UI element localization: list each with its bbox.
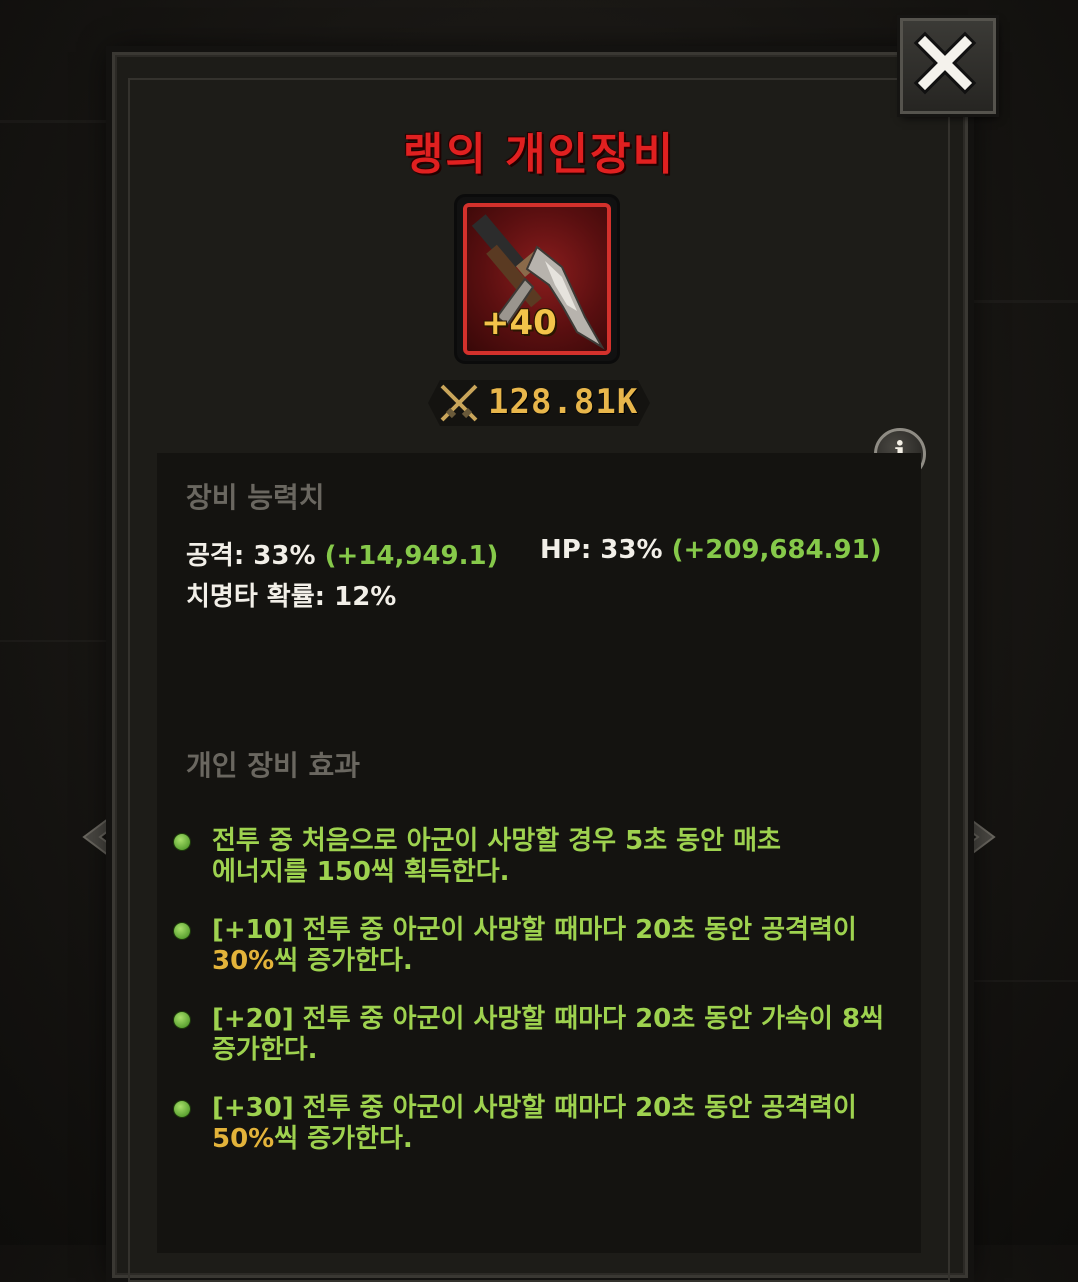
power-rating: 128.81K [428, 380, 650, 426]
equipment-title: 랭의 개인장비 [402, 129, 676, 180]
power-value: 128.81K [488, 382, 639, 422]
item-slot[interactable]: +40 [457, 197, 617, 361]
stats-section-label: 장비 능력치 [186, 481, 325, 514]
hp-stat: HP: 33% (+209,684.91) [540, 535, 882, 565]
attack-bonus: (+14,949.1) [324, 541, 499, 571]
background-detail [0, 640, 110, 642]
item-level: +40 [481, 303, 557, 343]
effect-bullet-icon [174, 834, 190, 850]
close-button[interactable] [900, 18, 996, 114]
effect-line: 50%씩 증가한다. [212, 1124, 892, 1155]
background-detail [970, 300, 1078, 303]
effect-line: 에너지를 150씩 획득한다. [212, 857, 892, 888]
attack-stat: 공격: 33% (+14,949.1) [186, 535, 498, 572]
close-icon [913, 31, 977, 95]
effect-item: [+20] 전투 중 아군이 사망할 때마다 20초 동안 가속이 8씩 증가한… [212, 1004, 892, 1066]
item-card: +40 [463, 203, 611, 355]
crit-stat: 치명타 확률: 12% [186, 582, 397, 612]
effect-bullet-icon [174, 923, 190, 939]
attack-label: 공격: 33% [186, 541, 316, 571]
effect-text: 증가한다. [212, 1035, 318, 1065]
effect-highlight: 30% [212, 946, 275, 976]
effect-line: 전투 중 처음으로 아군이 사망할 경우 5초 동안 매초 [212, 826, 781, 856]
effect-item: [+30] 전투 중 아군이 사망할 때마다 20초 동안 공격력이 50%씩 … [212, 1093, 892, 1155]
effect-line: [+20] 전투 중 아군이 사망할 때마다 20초 동안 가속이 8씩 [212, 1004, 884, 1034]
effect-line: 증가한다. [212, 1035, 892, 1066]
effect-text: 에너지를 150씩 획득한다. [212, 857, 510, 887]
effect-highlight: 50% [212, 1124, 275, 1154]
effect-item: [+10] 전투 중 아군이 사망할 때마다 20초 동안 공격력이 30%씩 … [212, 915, 892, 977]
background-detail [965, 980, 1078, 982]
effect-text: 씩 증가한다. [274, 1124, 413, 1154]
crossed-swords-icon [440, 384, 478, 422]
effect-line: [+10] 전투 중 아군이 사망할 때마다 20초 동안 공격력이 [212, 915, 857, 945]
effect-line: 30%씩 증가한다. [212, 946, 892, 977]
effect-item: 전투 중 처음으로 아군이 사망할 경우 5초 동안 매초 에너지를 150씩 … [212, 826, 892, 888]
effect-text: 씩 증가한다. [274, 946, 413, 976]
hp-bonus: (+209,684.91) [671, 535, 882, 565]
hp-label: HP: 33% [540, 535, 663, 565]
effect-bullet-icon [174, 1101, 190, 1117]
effect-line: [+30] 전투 중 아군이 사망할 때마다 20초 동안 공격력이 [212, 1093, 857, 1123]
effects-section-label: 개인 장비 효과 [186, 749, 361, 782]
effect-bullet-icon [174, 1012, 190, 1028]
